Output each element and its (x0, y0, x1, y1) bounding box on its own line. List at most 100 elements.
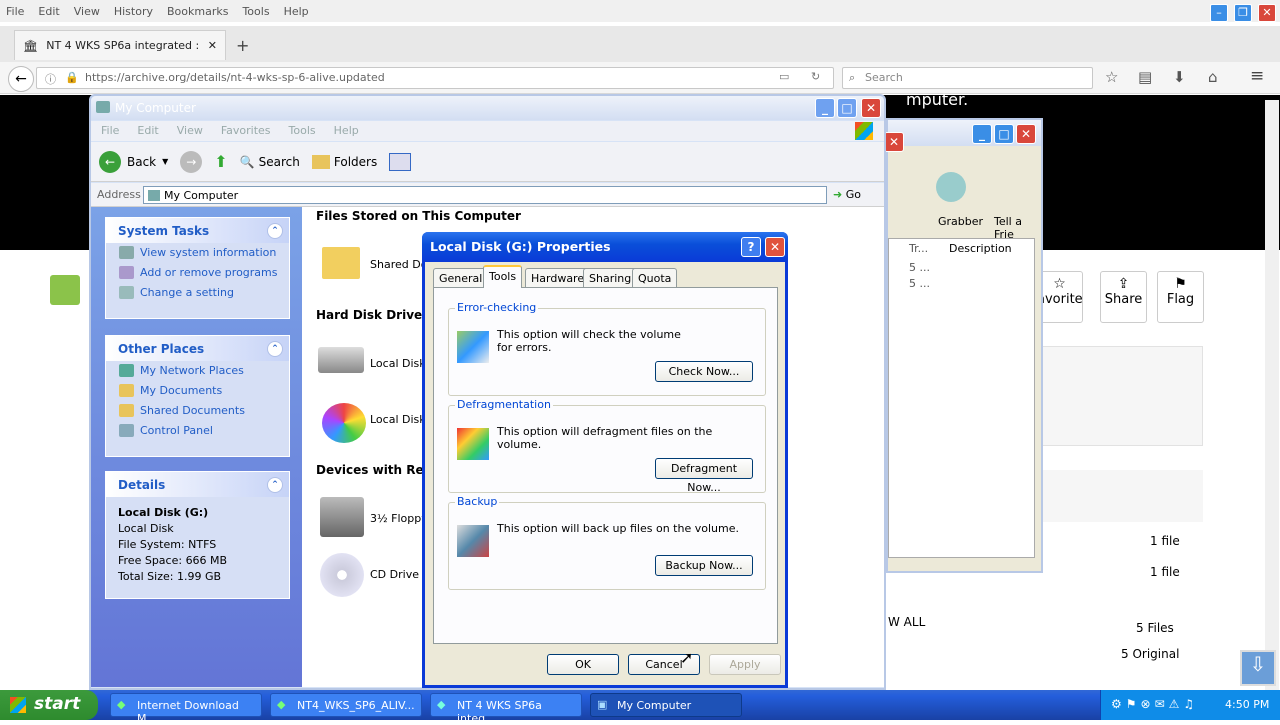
floppy-item[interactable]: 3½ Floppy (370, 512, 428, 525)
search-field[interactable]: ⌕ Search (842, 67, 1093, 89)
tab-quota[interactable]: Quota (632, 268, 678, 288)
browser-tab[interactable]: 🏛 NT 4 WKS SP6a integrated : Ca ✕ (14, 30, 226, 60)
hidden-close-button[interactable]: ✕ (884, 132, 904, 152)
cd-drive-icon[interactable] (320, 553, 364, 597)
menu-tools[interactable]: Tools (242, 5, 269, 18)
column-header-description: Description (949, 242, 1012, 255)
forward-arrow-icon[interactable]: → (180, 150, 203, 173)
restore-button[interactable]: ❐ (1234, 4, 1252, 22)
collapse-icon[interactable]: ⌃ (267, 341, 283, 357)
ok-button[interactable]: OK (547, 654, 619, 675)
collapse-icon[interactable]: ⌃ (267, 223, 283, 239)
info-icon[interactable]: ⓘ (45, 71, 56, 87)
bg-close-button[interactable]: ✕ (1016, 124, 1036, 144)
mc-menu-tools[interactable]: Tools (289, 124, 316, 141)
tab-sharing[interactable]: Sharing (583, 268, 638, 288)
favorite-button[interactable]: ☆ avorite (1036, 271, 1083, 323)
change-setting-link[interactable]: Change a setting (106, 283, 289, 303)
bg-minimize-button[interactable]: _ (972, 124, 992, 144)
panel-header[interactable]: System Tasks ⌃ (106, 218, 289, 243)
tab-hardware[interactable]: Hardware (525, 268, 591, 288)
menu-help[interactable]: Help (284, 5, 309, 18)
search-button[interactable]: 🔍 Search (240, 155, 300, 169)
mc-menu-file[interactable]: File (101, 124, 119, 141)
tray-icons[interactable]: ⚙⚑⊗✉⚠♫ (1111, 697, 1198, 711)
back-button[interactable]: ← Back ▼ (99, 150, 168, 173)
view-system-info-link[interactable]: View system information (106, 243, 289, 263)
bg-maximize-button[interactable]: □ (994, 124, 1014, 144)
reload-icon[interactable]: ↻ (811, 70, 820, 83)
dialog-close-button[interactable]: ✕ (765, 237, 785, 257)
taskbar-button-active[interactable]: ▣ My Computer (590, 693, 742, 717)
collapse-icon[interactable]: ⌃ (267, 477, 283, 493)
mc-maximize-button[interactable]: □ (837, 98, 857, 118)
menu-view[interactable]: View (74, 5, 100, 18)
tab-close-icon[interactable]: ✕ (208, 39, 217, 52)
library-icon[interactable]: ▤ (1138, 68, 1152, 86)
scroll-down-icon[interactable]: ⇩ (1240, 650, 1276, 686)
save-disk-icon[interactable] (50, 275, 80, 305)
taskbar-button[interactable]: ◆ NT 4 WKS SP6a integ... (430, 693, 582, 725)
checkdisk-icon (457, 331, 489, 363)
mc-menu-view[interactable]: View (177, 124, 203, 141)
control-panel-link[interactable]: Control Panel (106, 421, 289, 441)
defragment-now-button[interactable]: Defragment Now... (655, 458, 753, 494)
address-field[interactable]: My Computer (143, 186, 827, 204)
menu-history[interactable]: History (114, 5, 153, 18)
shared-documents-link[interactable]: Shared Documents (106, 401, 289, 421)
mc-menu-favorites[interactable]: Favorites (221, 124, 271, 141)
help-button[interactable]: ? (741, 237, 761, 257)
new-tab-icon[interactable]: + (236, 36, 249, 55)
local-disk-item[interactable]: Local Disk (370, 357, 426, 370)
floppy-drive-icon[interactable] (320, 497, 364, 537)
flag-button[interactable]: ⚑ Flag (1157, 271, 1204, 323)
shared-folder-icon (119, 404, 134, 417)
cd-disk-icon[interactable] (322, 403, 366, 443)
menu-bookmarks[interactable]: Bookmarks (167, 5, 228, 18)
tab-general[interactable]: General (433, 268, 489, 288)
panel-header[interactable]: Details ⌃ (106, 472, 289, 497)
share-button[interactable]: ⇪ Share (1100, 271, 1147, 323)
menu-edit[interactable]: Edit (38, 5, 59, 18)
folders-button[interactable]: Folders (311, 154, 377, 169)
home-icon[interactable]: ⌂ (1208, 68, 1218, 86)
shared-folder-icon[interactable] (322, 247, 360, 279)
hard-disk-icon[interactable] (318, 347, 364, 373)
start-button[interactable]: start (0, 690, 98, 720)
shared-documents-item[interactable]: Shared Do (370, 258, 427, 271)
cd-drive-item[interactable]: CD Drive (I (370, 568, 430, 581)
tab-tools[interactable]: Tools (483, 265, 523, 288)
menu-file[interactable]: File (6, 5, 24, 18)
dropdown-icon[interactable]: ▼ (162, 157, 168, 166)
taskbar-button[interactable]: ◆ Internet Download M... (110, 693, 262, 725)
grabber-label[interactable]: Grabber (938, 215, 983, 228)
check-now-button[interactable]: Check Now... (655, 361, 753, 382)
mc-menu-help[interactable]: Help (334, 124, 359, 141)
bookmark-star-icon[interactable]: ☆ (1105, 68, 1118, 86)
url-bar[interactable]: ⓘ 🔒 https://archive.org/details/nt-4-wks… (36, 67, 834, 89)
add-remove-programs-link[interactable]: Add or remove programs (106, 263, 289, 283)
go-button[interactable]: ➜ Go (833, 188, 861, 201)
panel-header[interactable]: Other Places ⌃ (106, 336, 289, 361)
apply-button[interactable]: Apply (709, 654, 781, 675)
show-all-link[interactable]: W ALL (888, 615, 925, 629)
back-arrow-icon[interactable]: ← (8, 66, 34, 92)
reader-view-icon[interactable]: ▭ (779, 70, 789, 83)
mc-close-button[interactable]: ✕ (861, 98, 881, 118)
backup-now-button[interactable]: Backup Now... (655, 555, 753, 576)
download-icon[interactable]: ⬇ (1173, 68, 1186, 86)
mc-menu-edit[interactable]: Edit (137, 124, 158, 141)
local-disk-item[interactable]: Local Disk (370, 413, 426, 426)
taskbar-button[interactable]: ◆ NT4_WKS_SP6_ALIV... (270, 693, 422, 717)
my-documents-link[interactable]: My Documents (106, 381, 289, 401)
close-button[interactable]: ✕ (1258, 4, 1276, 22)
network-places-link[interactable]: My Network Places (106, 361, 289, 381)
browser-icon: ◆ (437, 698, 446, 711)
browser-scrollbar[interactable] (1265, 100, 1279, 690)
views-icon[interactable] (389, 152, 412, 171)
up-folder-icon[interactable]: ⬆ (214, 152, 227, 171)
mc-minimize-button[interactable]: _ (815, 98, 835, 118)
hamburger-menu-icon[interactable]: ≡ (1250, 66, 1264, 86)
minimize-button[interactable]: – (1210, 4, 1228, 22)
computer-icon: ▣ (597, 698, 608, 711)
